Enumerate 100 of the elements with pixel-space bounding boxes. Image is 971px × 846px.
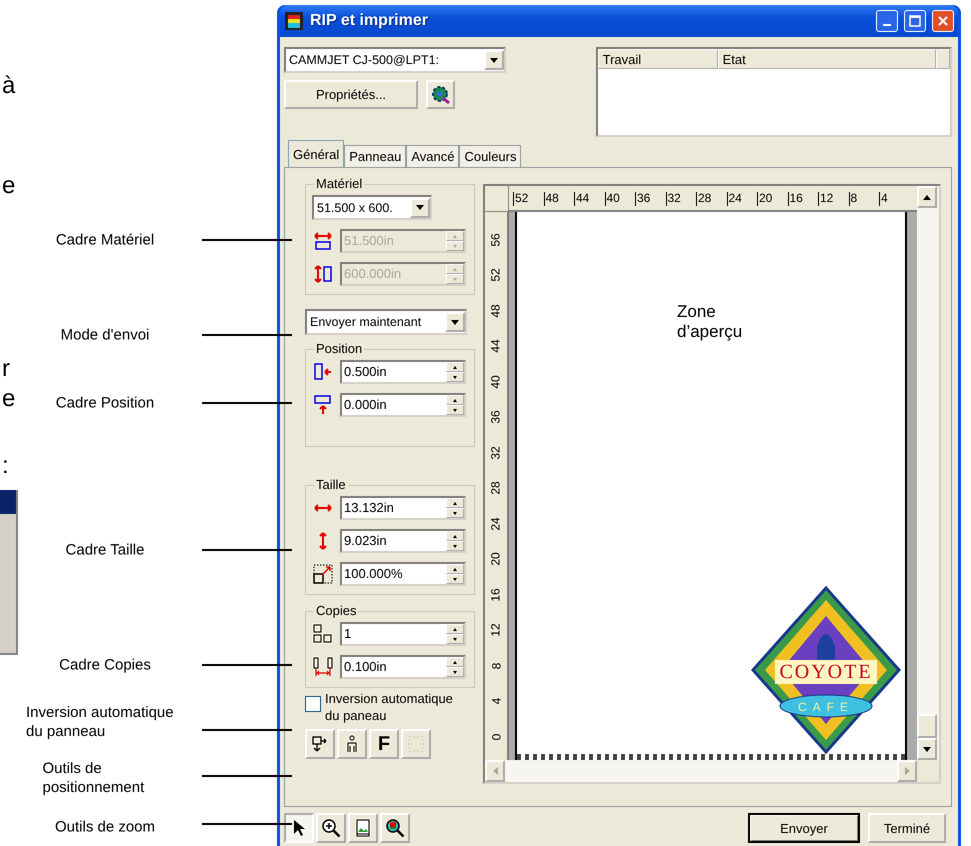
scroll-down-button[interactable] (917, 738, 937, 760)
maximize-button[interactable] (904, 10, 926, 32)
ruler-label: 24 (726, 192, 757, 206)
group-title: Position (314, 341, 364, 356)
cut-off-text: r (2, 355, 10, 383)
spin-up-button[interactable] (446, 531, 464, 541)
width-arrows-icon (313, 231, 333, 251)
dropdown-button[interactable] (410, 198, 430, 218)
printer-icon (284, 11, 304, 31)
callout-label: Cadre Position (56, 394, 154, 412)
tab[interactable]: Couleurs (459, 145, 522, 167)
ruler-label: 44 (489, 340, 503, 353)
dialog-button[interactable]: Terminé (868, 813, 946, 843)
ruler-label: 52 (513, 192, 544, 206)
callout-label: Cadre Matériel (56, 230, 154, 250)
column-header[interactable]: Travail (598, 49, 718, 69)
checkbox-label: Inversion automatique du paneau (325, 690, 454, 724)
ruler-label: 8 (848, 192, 879, 206)
callout-label: Outils de positionnement (42, 759, 146, 797)
zoom-tool-button[interactable] (284, 813, 314, 843)
logo-text: COYOTE (779, 661, 873, 683)
ruler-label: 28 (489, 482, 503, 495)
dropdown-button[interactable] (445, 312, 465, 332)
logo-text: CAFE (798, 700, 854, 714)
minimize-icon (883, 24, 891, 26)
properties-button[interactable]: Propriétés... (284, 80, 418, 109)
spin-up-button[interactable] (446, 564, 464, 574)
ruler-label: 16 (788, 192, 818, 206)
callout-label: Inversion automatique du panneau (26, 703, 175, 741)
cut-off-text: à (2, 72, 16, 100)
tool-button[interactable] (337, 729, 367, 759)
send-mode-dropdown[interactable]: Envoyer maintenant (305, 309, 467, 335)
ruler-label: 12 (818, 192, 848, 206)
spin-field[interactable]: 100.000% (340, 562, 466, 586)
dropdown-button[interactable] (484, 50, 504, 70)
group-title: Taille (314, 477, 348, 492)
ruler-label: 36 (489, 410, 503, 424)
spin-up-button[interactable] (446, 624, 464, 634)
zoom-tool-button[interactable] (316, 813, 346, 843)
scroll-up-button[interactable] (917, 186, 937, 208)
close-button[interactable] (932, 10, 954, 32)
scroll-thumb[interactable] (917, 714, 937, 738)
spin-up-button[interactable] (446, 362, 464, 372)
spin-field[interactable]: 13.132in (340, 496, 466, 520)
ruler-label: 40 (489, 375, 503, 388)
spin-down-button[interactable] (446, 508, 464, 518)
printer-dropdown[interactable]: CAMMJET CJ-500@LPT1: (284, 47, 506, 73)
column-header[interactable]: Etat (718, 49, 936, 69)
left-offset-icon (313, 362, 333, 382)
spin-down-button[interactable] (446, 574, 464, 584)
ruler-label: 16 (489, 588, 503, 602)
ruler-label: 48 (544, 192, 574, 206)
media-dropdown[interactable]: 51.500 x 600. (312, 195, 432, 220)
spacing-icon (313, 657, 333, 677)
group-title: Copies (314, 603, 358, 618)
close-icon (937, 15, 949, 27)
scale-icon (313, 564, 333, 584)
spin-field[interactable]: 1 (340, 622, 466, 646)
spin-field[interactable]: 9.023in (340, 529, 466, 553)
spin-down-button[interactable] (446, 405, 464, 415)
dotted-frame-icon (407, 735, 425, 753)
ruler-label: 56 (489, 233, 503, 246)
spin-down-button[interactable] (446, 667, 464, 677)
ruler-label: 20 (489, 552, 503, 566)
tab[interactable]: Général (288, 140, 344, 167)
spin-up-button[interactable] (446, 657, 464, 667)
spin-up-button[interactable] (446, 498, 464, 508)
callout-label: Mode d'envoi (60, 326, 150, 344)
spin-up-button[interactable] (446, 395, 464, 405)
group-title: Matériel (314, 176, 364, 191)
ruler-label: 52 (489, 268, 503, 282)
maximize-icon (909, 15, 921, 27)
minimize-button[interactable] (876, 10, 898, 32)
tab[interactable]: Panneau (344, 145, 406, 167)
font-tool-button[interactable]: F (369, 729, 399, 759)
zoom-in-icon (321, 818, 341, 838)
spin-down-button[interactable] (446, 541, 464, 551)
zoom-tool-button[interactable] (380, 813, 410, 843)
ruler-label: 12 (489, 624, 503, 637)
tab[interactable]: Avancé (406, 145, 460, 167)
spin-field[interactable]: 0.000in (340, 393, 466, 417)
callout-label: Cadre Copies (59, 656, 151, 674)
spin-down-button[interactable] (446, 372, 464, 382)
spin-down-button[interactable] (446, 634, 464, 644)
ruler-label: 44 (574, 192, 604, 206)
cut-off-text: : (2, 452, 9, 480)
checkbox[interactable] (305, 696, 321, 712)
zoom-tool-button[interactable] (348, 813, 378, 843)
move-down-icon (311, 735, 329, 753)
spin-field[interactable]: 0.100in (340, 655, 466, 679)
dialog-button[interactable]: Envoyer (748, 813, 860, 843)
tool-button[interactable] (305, 729, 335, 759)
ruler-label: 32 (666, 192, 696, 206)
gear-icon (430, 84, 450, 104)
ruler-label: 48 (489, 304, 503, 318)
callout-label: Outils de zoom (54, 818, 156, 836)
settings-button[interactable] (426, 80, 455, 109)
ruler-label: 20 (757, 192, 788, 206)
spin-field[interactable]: 0.500in (340, 360, 466, 384)
ruler-label: 24 (489, 517, 503, 530)
